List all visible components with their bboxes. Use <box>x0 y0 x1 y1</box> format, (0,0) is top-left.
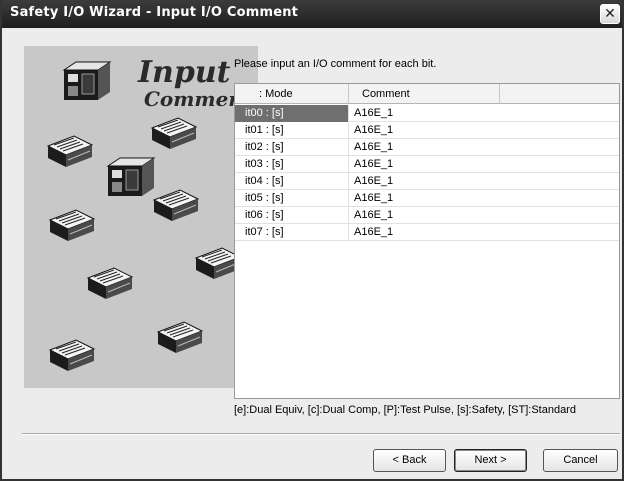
window-title: Safety I/O Wizard - Input I/O Comment <box>10 5 299 20</box>
io-comment-grid[interactable]: : Mode Comment it00 : [s] A16E_1 it01 : [s… <box>234 83 620 399</box>
close-icon: ✕ <box>604 6 616 22</box>
mode-legend: [e]:Dual Equiv, [c]:Dual Comp, [P]:Test … <box>234 404 576 416</box>
illustration-title-line1: Input <box>137 55 231 90</box>
table-row[interactable]: it03 : [s] A16E_1 <box>235 156 619 173</box>
mode-cell[interactable]: it04 : [s] <box>235 173 349 190</box>
table-row[interactable]: it02 : [s] A16E_1 <box>235 139 619 156</box>
table-row[interactable]: it07 : [s] A16E_1 <box>235 224 619 241</box>
io-modules-picture: Input Comment <box>47 55 253 372</box>
table-row[interactable]: it06 : [s] A16E_1 <box>235 207 619 224</box>
title-bar[interactable]: Safety I/O Wizard - Input I/O Comment ✕ <box>2 0 622 28</box>
column-header-comment[interactable]: Comment <box>350 84 500 104</box>
mode-cell[interactable]: it07 : [s] <box>235 224 349 241</box>
instruction-text: Please input an I/O comment for each bit… <box>234 58 437 70</box>
comment-cell[interactable]: A16E_1 <box>350 105 619 122</box>
comment-cell[interactable]: A16E_1 <box>350 156 619 173</box>
close-button[interactable]: ✕ <box>600 4 620 24</box>
mode-cell[interactable]: it01 : [s] <box>235 122 349 139</box>
cancel-button[interactable]: Cancel <box>543 449 618 472</box>
next-button[interactable]: Next > <box>454 449 527 472</box>
table-row[interactable]: it00 : [s] A16E_1 <box>235 105 619 122</box>
comment-cell[interactable]: A16E_1 <box>350 173 619 190</box>
column-header-mode[interactable]: : Mode <box>235 84 349 104</box>
back-button[interactable]: < Back <box>373 449 446 472</box>
comment-cell[interactable]: A16E_1 <box>350 207 619 224</box>
table-row[interactable]: it04 : [s] A16E_1 <box>235 173 619 190</box>
grid-header: : Mode Comment <box>235 84 619 104</box>
mode-cell[interactable]: it02 : [s] <box>235 139 349 156</box>
mode-cell[interactable]: it03 : [s] <box>235 156 349 173</box>
mode-cell[interactable]: it05 : [s] <box>235 190 349 207</box>
comment-cell[interactable]: A16E_1 <box>350 122 619 139</box>
table-row[interactable]: it01 : [s] A16E_1 <box>235 122 619 139</box>
comment-cell[interactable]: A16E_1 <box>350 190 619 207</box>
mode-cell[interactable]: it00 : [s] <box>235 105 349 122</box>
mode-cell[interactable]: it06 : [s] <box>235 207 349 224</box>
comment-cell[interactable]: A16E_1 <box>350 139 619 156</box>
table-row[interactable]: it05 : [s] A16E_1 <box>235 190 619 207</box>
button-divider <box>22 433 620 435</box>
input-comment-illustration: Input Comment <box>24 46 258 388</box>
wizard-window: Safety I/O Wizard - Input I/O Comment ✕ <box>0 0 624 481</box>
comment-cell[interactable]: A16E_1 <box>350 224 619 241</box>
